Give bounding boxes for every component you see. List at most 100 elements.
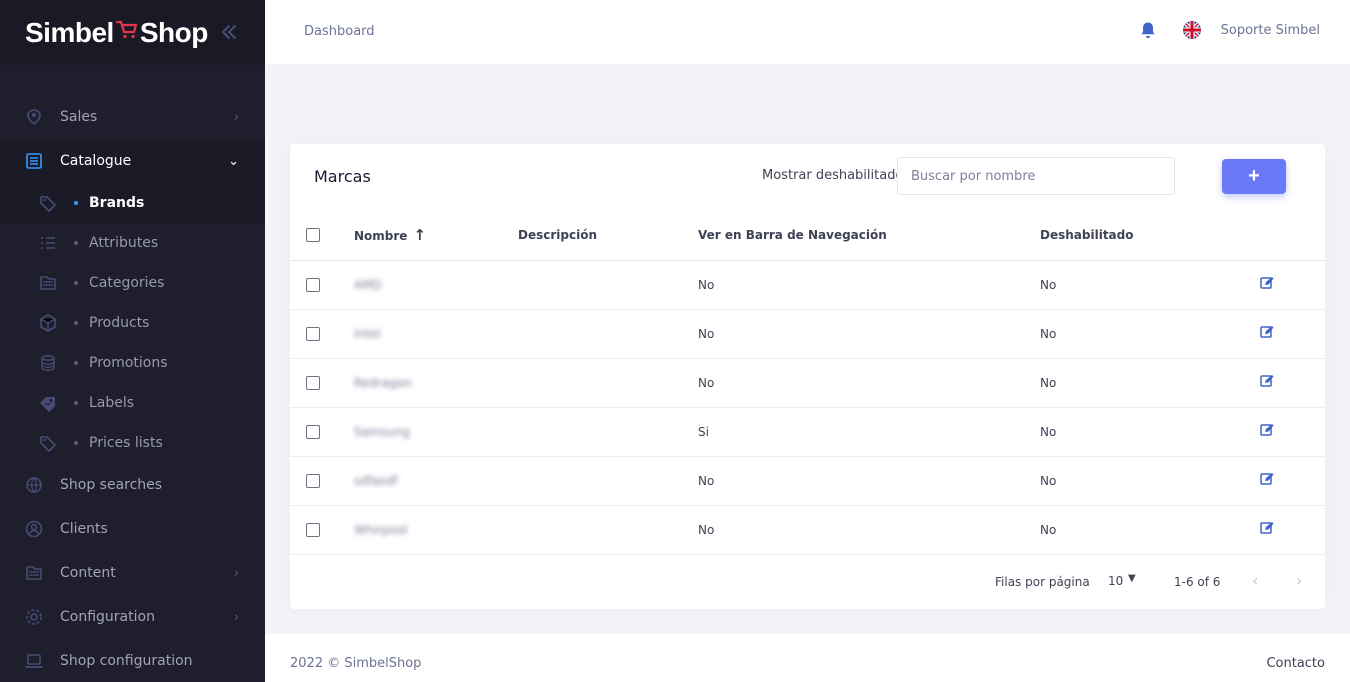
edit-icon[interactable] [1260, 325, 1274, 339]
sidebar-subitem-attributes[interactable]: Attributes [0, 223, 265, 263]
sidebar-item-catalogue[interactable]: Catalogue ⌄ [0, 139, 265, 183]
sidebar-item-clients[interactable]: Clients [0, 507, 265, 551]
header-nav[interactable]: Ver en Barra de Navegación [698, 210, 1040, 261]
content-icon [24, 563, 44, 583]
cell-description [518, 456, 698, 506]
logo[interactable]: Simbel Shop [25, 17, 208, 49]
logo-text-right: Shop [139, 16, 209, 48]
chevron-right-icon: › [233, 109, 239, 125]
row-checkbox-cell [290, 505, 354, 555]
header-description[interactable]: Descripción [518, 210, 698, 261]
edit-icon[interactable] [1260, 423, 1274, 437]
sidebar-menu: Sales › Catalogue ⌄ Brands Attributes Ca… [0, 95, 265, 682]
contact-link[interactable]: Contacto [1266, 656, 1325, 671]
sidebar-subitem-label: Categories [89, 275, 165, 291]
row-checkbox[interactable] [306, 473, 320, 488]
cell-description [518, 407, 698, 457]
cell-nav: No [698, 309, 1040, 359]
top-header: Dashboard Soporte Simbel [265, 0, 1350, 64]
user-menu[interactable]: Soporte Simbel [1221, 23, 1320, 38]
cell-description [518, 309, 698, 359]
dot [74, 281, 78, 285]
cell-disabled: No [1040, 456, 1260, 506]
add-brand-button[interactable]: + [1222, 159, 1286, 194]
header-disabled[interactable]: Deshabilitado [1040, 210, 1260, 261]
header-checkbox-cell [290, 210, 354, 261]
sidebar-item-label: Sales [60, 109, 98, 125]
cell-disabled: No [1040, 407, 1260, 457]
row-checkbox-cell [290, 407, 354, 457]
sidebar-subitem-brands[interactable]: Brands [0, 183, 265, 223]
chevron-left-icon[interactable]: ‹ [1252, 571, 1258, 590]
sort-arrow-up-icon[interactable]: ↑ [413, 226, 426, 244]
edit-icon[interactable] [1260, 374, 1274, 388]
table-row: Whirpool No No [290, 505, 1325, 555]
cell-name: Intel [354, 309, 518, 359]
row-checkbox[interactable] [306, 522, 320, 537]
cell-name: Redragon [354, 358, 518, 408]
sidebar-item-label: Shop configuration [60, 653, 193, 669]
bell-icon[interactable] [1138, 20, 1158, 40]
row-checkbox[interactable] [306, 326, 320, 341]
row-checkbox[interactable] [306, 424, 320, 439]
label-icon [38, 393, 58, 413]
sidebar-item-shop-configuration[interactable]: Shop configuration [0, 639, 265, 682]
chevron-right-icon: › [233, 565, 239, 581]
sidebar-item-label: Shop searches [60, 477, 163, 493]
cell-description [518, 358, 698, 408]
catalogue-icon [24, 151, 44, 171]
clients-icon [24, 519, 44, 539]
cell-nav: No [698, 260, 1040, 310]
sidebar-subitem-products[interactable]: Products [0, 303, 265, 343]
chevron-right-icon[interactable]: › [1296, 571, 1302, 590]
table-row: AMD No No [290, 260, 1325, 310]
edit-icon[interactable] [1260, 276, 1274, 290]
collapse-sidebar-icon[interactable] [220, 22, 238, 46]
dot [74, 241, 78, 245]
gear-icon [24, 607, 44, 627]
cell-actions [1260, 407, 1325, 457]
rows-per-page-select[interactable]: 10 [1108, 574, 1123, 588]
uk-flag-icon[interactable] [1182, 21, 1201, 39]
header-name[interactable]: Nombre ↑ [354, 210, 518, 261]
cell-actions [1260, 358, 1325, 408]
show-disabled-toggle[interactable]: Mostrar deshabilitados [762, 168, 900, 183]
cell-description [518, 505, 698, 555]
dot [74, 441, 78, 445]
sidebar-item-label: Configuration [60, 609, 155, 625]
sidebar-subitem-promotions[interactable]: Promotions [0, 343, 265, 383]
list-icon [38, 233, 58, 253]
sales-icon [24, 107, 44, 127]
cell-name: Whirpool [354, 505, 518, 555]
sidebar-item-label: Catalogue [60, 153, 132, 169]
table-pagination: Filas por página 10 ▼ 1-6 of 6 ‹ › [290, 558, 1325, 608]
row-checkbox[interactable] [306, 375, 320, 390]
tag-icon [38, 193, 58, 213]
dot [74, 321, 78, 325]
copyright: 2022 © SimbelShop [290, 656, 422, 671]
cell-disabled: No [1040, 505, 1260, 555]
cell-nav: No [698, 456, 1040, 506]
sidebar-subitem-categories[interactable]: Categories [0, 263, 265, 303]
row-checkbox[interactable] [306, 277, 320, 292]
cell-nav: No [698, 505, 1040, 555]
page-footer: 2022 © SimbelShop Contacto [265, 634, 1350, 682]
edit-icon[interactable] [1260, 472, 1274, 486]
cell-disabled: No [1040, 260, 1260, 310]
sidebar-item-sales[interactable]: Sales › [0, 95, 265, 139]
sidebar-item-shop-searches[interactable]: Shop searches [0, 463, 265, 507]
row-checkbox-cell [290, 358, 354, 408]
cell-actions [1260, 260, 1325, 310]
sidebar-item-configuration[interactable]: Configuration › [0, 595, 265, 639]
caret-down-icon[interactable]: ▼ [1128, 573, 1136, 584]
sidebar-item-content[interactable]: Content › [0, 551, 265, 595]
dot [74, 361, 78, 365]
breadcrumb[interactable]: Dashboard [304, 24, 375, 39]
edit-icon[interactable] [1260, 521, 1274, 535]
select-all-checkbox[interactable] [306, 228, 320, 242]
header-actions [1260, 210, 1325, 261]
cell-nav: Si [698, 407, 1040, 457]
sidebar-subitem-prices-lists[interactable]: Prices lists [0, 423, 265, 463]
sidebar-subitem-labels[interactable]: Labels [0, 383, 265, 423]
search-input[interactable] [897, 157, 1175, 195]
